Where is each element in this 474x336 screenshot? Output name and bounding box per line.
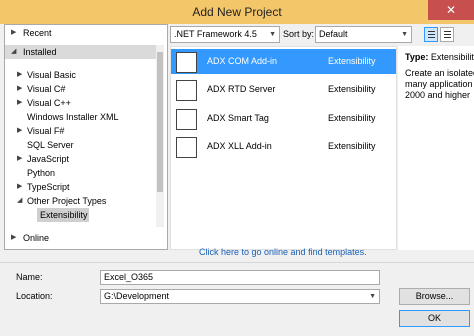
tree-item-javascript[interactable]: ▶ JavaScript: [5, 152, 157, 166]
template-item-rtd-server[interactable]: ADX RTD Server Extensibility: [171, 77, 396, 102]
chevron-down-icon: ▼: [369, 293, 376, 300]
tree-item-visual-fsharp[interactable]: ▶ Visual F#: [5, 124, 157, 138]
list-icon: [444, 31, 451, 38]
template-list[interactable]: ADX COM Add-in Extensibility ADX RTD Ser…: [170, 46, 397, 250]
tree-item-typescript[interactable]: ▶ TypeScript: [5, 180, 157, 194]
template-description: Create an isolated many application 2000…: [405, 68, 474, 100]
sort-label: Sort by:: [283, 29, 315, 39]
tree-item-installed[interactable]: ◢ Installed: [5, 45, 157, 59]
tree-item-sql-server[interactable]: SQL Server: [5, 138, 157, 152]
window-title: Add New Project: [192, 5, 282, 19]
tree-item-extensibility[interactable]: Extensibility: [37, 208, 89, 222]
tree-item-windows-installer-xml[interactable]: Windows Installer XML: [5, 110, 157, 124]
tree-scrollbar-thumb[interactable]: [157, 52, 163, 192]
small-icons-view-button[interactable]: [424, 27, 438, 42]
com-addin-icon: [176, 52, 197, 73]
rtd-server-icon: [176, 80, 197, 101]
tree-item-visual-basic[interactable]: ▶ Visual Basic: [5, 68, 157, 82]
expand-arrow-icon: ▶: [17, 99, 23, 106]
template-type: Type: Extensibility: [405, 52, 474, 62]
location-label: Location:: [16, 291, 53, 301]
expand-arrow-icon: ▶: [11, 29, 17, 36]
tree-item-visual-cpp[interactable]: ▶ Visual C++: [5, 96, 157, 110]
browse-button[interactable]: Browse...: [399, 288, 470, 305]
tree-item-recent[interactable]: ▶ Recent: [5, 26, 157, 40]
tree-item-online[interactable]: ▶ Online: [5, 231, 157, 245]
location-field[interactable]: G:\Development ▼: [100, 289, 380, 304]
tree-item-other-project-types[interactable]: ◢ Other Project Types: [5, 194, 157, 208]
ok-button[interactable]: OK: [399, 310, 470, 327]
close-icon: ✕: [445, 3, 457, 17]
smart-tag-icon: [176, 109, 197, 130]
template-item-xll-addin[interactable]: ADX XLL Add-in Extensibility: [171, 134, 396, 159]
expand-arrow-icon: ▶: [17, 183, 23, 190]
collapse-arrow-icon: ◢: [17, 197, 23, 204]
expand-arrow-icon: ▶: [17, 85, 23, 92]
template-item-com-addin[interactable]: ADX COM Add-in Extensibility: [171, 49, 396, 74]
tree-item-python[interactable]: Python: [5, 166, 157, 180]
tree-item-visual-csharp[interactable]: ▶ Visual C#: [5, 82, 157, 96]
expand-arrow-icon: ▶: [17, 155, 23, 162]
chevron-down-icon: ▼: [269, 31, 276, 38]
grid-icon: [428, 31, 435, 38]
chevron-down-icon: ▼: [401, 31, 408, 38]
expand-arrow-icon: ▶: [17, 71, 23, 78]
close-button[interactable]: ✕: [428, 0, 474, 20]
list-view-button[interactable]: [440, 27, 454, 42]
framework-select[interactable]: .NET Framework 4.5 ▼: [170, 26, 280, 43]
xll-addin-icon: [176, 137, 197, 158]
category-tree[interactable]: ▶ Recent ◢ Installed ▶ Visual Basic ▶ Vi…: [4, 24, 168, 250]
template-item-smart-tag[interactable]: ADX Smart Tag Extensibility: [171, 106, 396, 131]
expand-arrow-icon: ▶: [11, 234, 17, 241]
sort-select[interactable]: Default ▼: [315, 26, 412, 43]
project-name-field[interactable]: Excel_O365: [100, 270, 380, 285]
divider: [0, 262, 474, 263]
expand-arrow-icon: ▶: [17, 127, 23, 134]
online-templates-link[interactable]: Click here to go online and find templat…: [199, 247, 367, 257]
collapse-arrow-icon: ◢: [11, 48, 17, 55]
name-label: Name:: [16, 272, 43, 282]
